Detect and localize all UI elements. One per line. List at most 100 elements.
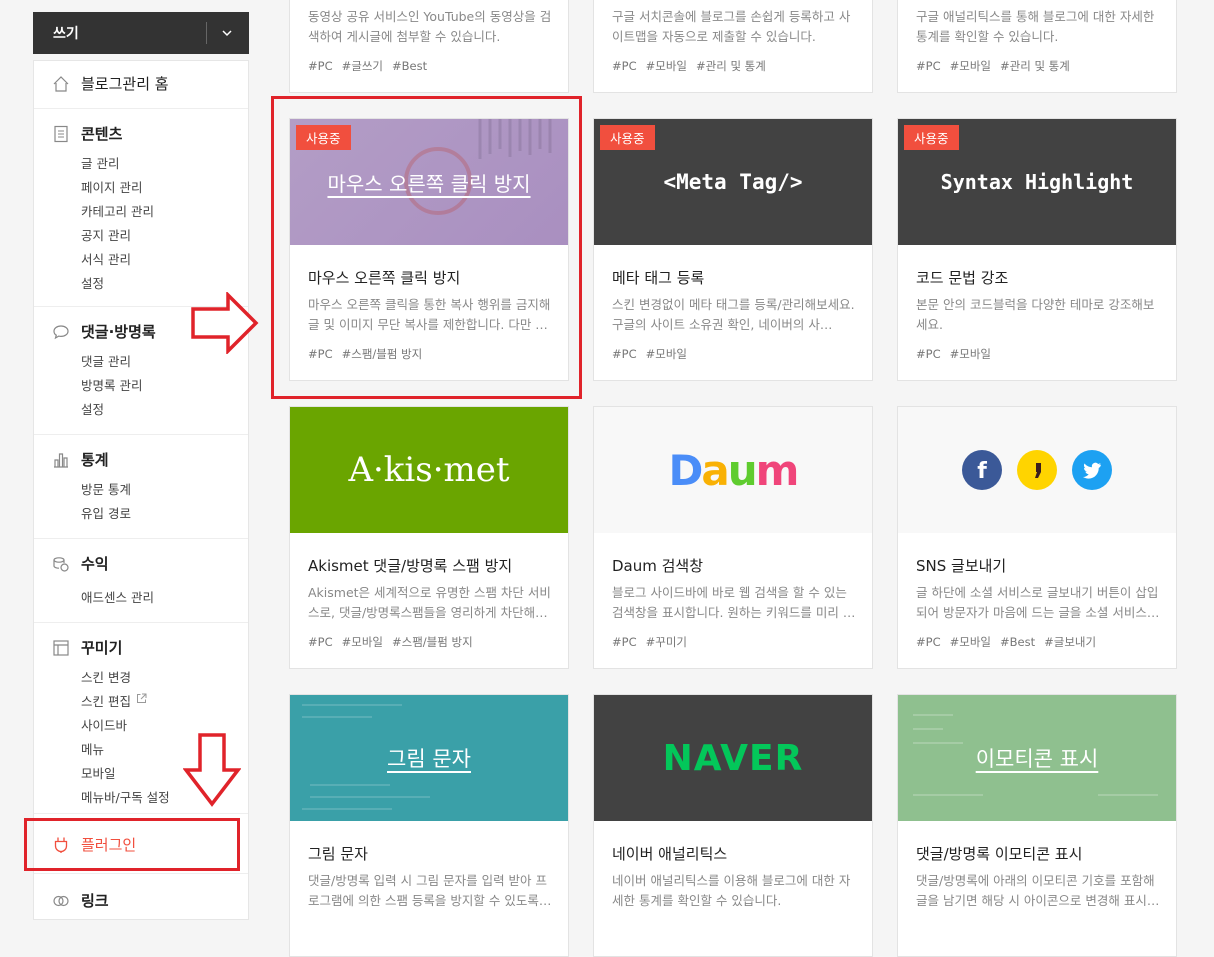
coins-icon (53, 557, 69, 572)
tag: #PC (916, 347, 941, 361)
speech-bubble-icon (53, 325, 69, 340)
tag: #PC (612, 347, 637, 361)
plugin-card-desc: 블로그 사이드바에 바로 웹 검색을 할 수 있는 검색창을 표시합니다. 원하… (612, 585, 856, 620)
menu-menu[interactable]: 메뉴 (81, 739, 104, 758)
menu-mobile[interactable]: 모바일 (81, 763, 116, 782)
menu-decorate-title[interactable]: 꾸미기 (81, 637, 122, 658)
plugin-card-youtube[interactable]: 동영상 공유 서비스인 YouTube의 동영상을 검색하여 게시글에 첨부할 … (289, 0, 569, 93)
menu-template-manage[interactable]: 서식 관리 (81, 249, 131, 268)
plugin-card-naver-analytics[interactable]: NAVER 네이버 애널리틱스 네이버 애널리틱스를 이용해 블로그에 대한 자… (593, 694, 873, 957)
layout-icon (53, 640, 69, 656)
tag: #PC (916, 59, 941, 73)
divider (206, 22, 207, 44)
menu-section-contents: 콘텐츠 글 관리 페이지 관리 카테고리 관리 공지 관리 서식 관리 설정 (34, 108, 248, 306)
bar-chart-icon (54, 453, 68, 468)
document-icon (54, 125, 68, 143)
tag: #관리 및 통계 (696, 59, 766, 73)
plugin-card-meta-tag[interactable]: <Meta Tag/> 사용중 메타 태그 등록 스킨 변경없이 메타 태그를 … (593, 118, 873, 381)
plugin-card-thumbnail: 이모티콘 표시 (898, 695, 1176, 821)
menu-notice-manage[interactable]: 공지 관리 (81, 225, 131, 244)
tag: #PC (308, 635, 333, 649)
tag: #모바일 (341, 635, 383, 649)
plugin-card-desc: 댓글/방명록에 아래의 이모티콘 기호를 포함해 글을 남기면 해당 시 아이콘… (916, 873, 1160, 908)
plugin-card-thumbnail: f (898, 407, 1176, 533)
plugin-card-thumbnail: 그림 문자 (290, 695, 568, 821)
plugin-card-title: Akismet 댓글/방명록 스팸 방지 (308, 557, 513, 575)
menu-skin-edit[interactable]: 스킨 편집 (81, 691, 131, 710)
tag: #글쓰기 (341, 59, 383, 73)
naver-logo: NAVER (662, 737, 804, 779)
tag: #스팸/블펌 방지 (392, 635, 473, 649)
thumbnail-title: 그림 문자 (387, 747, 471, 771)
tag: #모바일 (645, 347, 687, 361)
menu-comments-title[interactable]: 댓글·방명록 (81, 321, 156, 342)
tag: #PC (612, 635, 637, 649)
tag: #꾸미기 (645, 635, 687, 649)
plugin-card-tags: #PC #모바일 #Best #글보내기 (916, 634, 1105, 650)
plugin-card-thumbnail: A·kis·met (290, 407, 568, 533)
menu-home[interactable]: 블로그관리 홈 (81, 73, 169, 94)
plugin-card-desc: 구글 서치콘솔에 블로그를 손쉽게 등록하고 사이트맵을 자동으로 제출할 수 … (612, 9, 851, 44)
link-icon (53, 895, 69, 907)
menu-post-manage[interactable]: 글 관리 (81, 153, 119, 172)
akismet-logo: A·kis·met (348, 450, 510, 490)
facebook-icon: f (962, 450, 1002, 490)
plugin-card-thumbnail: NAVER (594, 695, 872, 821)
plugin-card-tags: #PC #모바일 #관리 및 통계 (916, 58, 1079, 74)
plugin-card-search-console[interactable]: 구글 서치콘솔에 블로그를 손쉽게 등록하고 사이트맵을 자동으로 제출할 수 … (593, 0, 873, 93)
tag: #글보내기 (1044, 635, 1097, 649)
menu-sidebar[interactable]: 사이드바 (81, 715, 127, 734)
menu-link[interactable]: 링크 (81, 890, 109, 911)
plugin-card-tags: #PC #글쓰기 #Best (308, 58, 436, 74)
plugin-card-desc: 구글 애널리틱스를 통해 블로그에 대한 자세한 통계를 확인할 수 있습니다. (916, 9, 1155, 44)
plugin-card-daum-search[interactable]: Daum Daum 검색창 블로그 사이드바에 바로 웹 검색을 할 수 있는 … (593, 406, 873, 669)
tag: #PC (916, 635, 941, 649)
plugin-card-title: 댓글/방명록 이모티콘 표시 (916, 845, 1083, 863)
menu-stats-title[interactable]: 통계 (81, 449, 109, 470)
menu-contents-title[interactable]: 콘텐츠 (81, 123, 122, 144)
menu-adsense-manage[interactable]: 애드센스 관리 (81, 587, 154, 606)
menu-guestbook-manage[interactable]: 방명록 관리 (81, 375, 142, 394)
menu-comment-manage[interactable]: 댓글 관리 (81, 351, 131, 370)
down-arrow-annotation (183, 733, 241, 807)
plugin-card-tags: #PC #모바일 #관리 및 통계 (612, 58, 775, 74)
plugin-card-analytics[interactable]: 구글 애널리틱스를 통해 블로그에 대한 자세한 통계를 확인할 수 있습니다.… (897, 0, 1177, 93)
menu-section-revenue: 수익 애드센스 관리 (34, 538, 248, 622)
plugin-card-title: 코드 문법 강조 (916, 269, 1009, 287)
plugin-card-emoticon[interactable]: 이모티콘 표시 댓글/방명록 이모티콘 표시 댓글/방명록에 아래의 이모티콘 … (897, 694, 1177, 957)
write-label: 쓰기 (53, 26, 79, 42)
menu-comments-settings[interactable]: 설정 (81, 399, 104, 418)
plugin-card-title: 메타 태그 등록 (612, 269, 705, 287)
plugin-card-desc: 동영상 공유 서비스인 YouTube의 동영상을 검색하여 게시글에 첨부할 … (308, 9, 552, 44)
menu-skin-change[interactable]: 스킨 변경 (81, 667, 131, 686)
tag: #모바일 (949, 347, 991, 361)
thumbnail-title: <Meta Tag/> (663, 170, 803, 194)
thumbnail-title: Syntax Highlight (940, 170, 1134, 194)
plugin-card-tags: #PC #꾸미기 (612, 634, 696, 650)
menu-menubar-subscribe[interactable]: 메뉴바/구독 설정 (81, 787, 170, 806)
plugin-card-tags: #PC #모바일 (612, 346, 696, 362)
plugin-card-tags: #PC #모바일 (916, 346, 1000, 362)
menu-visit-stats[interactable]: 방문 통계 (81, 479, 131, 498)
daum-logo: Daum (668, 445, 800, 495)
plugin-card-title: 그림 문자 (308, 845, 368, 863)
tag: #모바일 (949, 635, 991, 649)
plugin-card-desc: 본문 안의 코드블럭을 다양한 테마로 강조해보세요. (916, 297, 1155, 332)
menu-section-link: 링크 (34, 873, 248, 921)
menu-category-manage[interactable]: 카테고리 관리 (81, 201, 154, 220)
tag: #PC (612, 59, 637, 73)
plugin-card-captcha[interactable]: 그림 문자 그림 문자 댓글/방명록 입력 시 그림 문자를 입력 받아 프로그… (289, 694, 569, 957)
plugin-card-sns-share[interactable]: f SNS 글보내기 글 하단에 소셜 서비스로 글보내기 버튼이 삽입되어 방… (897, 406, 1177, 669)
menu-page-manage[interactable]: 페이지 관리 (81, 177, 142, 196)
plugin-card-akismet[interactable]: A·kis·met Akismet 댓글/방명록 스팸 방지 Akismet은 … (289, 406, 569, 669)
plugin-card-thumbnail: Daum (594, 407, 872, 533)
menu-revenue-title[interactable]: 수익 (81, 553, 109, 574)
chevron-down-icon[interactable] (219, 25, 235, 41)
plugin-card-desc: 스킨 변경없이 메타 태그를 등록/관리해보세요. 구글의 사이트 소유권 확인… (612, 297, 855, 332)
in-use-badge: 사용중 (600, 125, 655, 150)
tag: #모바일 (645, 59, 687, 73)
plugin-card-syntax-highlight[interactable]: Syntax Highlight 사용중 코드 문법 강조 본문 안의 코드블럭… (897, 118, 1177, 381)
menu-inflow-path[interactable]: 유입 경로 (81, 503, 131, 522)
menu-contents-settings[interactable]: 설정 (81, 273, 104, 292)
write-button[interactable]: 쓰기 (33, 12, 249, 54)
